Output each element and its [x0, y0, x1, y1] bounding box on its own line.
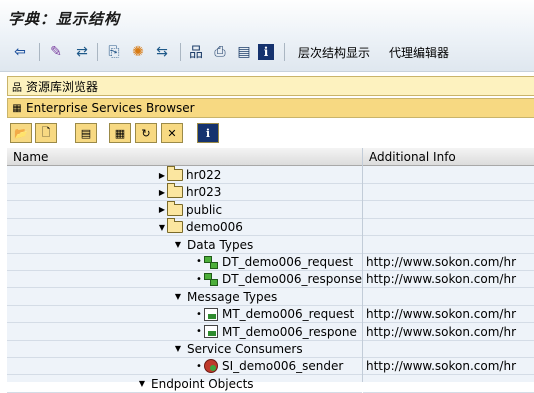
expand-arrow-icon[interactable]: ▶ [157, 188, 167, 197]
navigate-icon[interactable]: ⇆ [152, 42, 172, 62]
window-title: 字典：显示结构 [8, 10, 121, 28]
repository-browser-label: 资源库浏览器 [26, 79, 99, 94]
close-icon: ✕ [167, 126, 177, 140]
info-icon: i [205, 126, 211, 140]
tree-row[interactable]: ▼ Endpoint Objects [7, 375, 534, 393]
tree-item-label: Data Types [187, 237, 254, 252]
print-icon[interactable]: ⎙ [210, 42, 230, 62]
collapse-arrow-icon[interactable]: ▼ [157, 223, 167, 232]
tree-row[interactable]: ▼ demo006 [7, 218, 534, 237]
open-folder-icon: 📂 [14, 126, 28, 140]
expand-button[interactable]: ▦ [109, 123, 131, 143]
column-name-header[interactable]: Name [13, 150, 48, 164]
proxy-editor-button[interactable]: 代理编辑器 [389, 44, 449, 61]
data-type-icon [204, 255, 218, 269]
tree-item-label: Service Consumers [187, 341, 303, 356]
hierarchy-icon[interactable]: 品 [186, 42, 206, 62]
object-tree: Name Additional Info ▶ hr022 ▶ hr023 ▶ publ… [7, 148, 534, 393]
tree-item-label: Endpoint Objects [151, 376, 254, 391]
new-document-icon: 🗋 [41, 125, 51, 139]
browser-toolbar: 📂 🗋 ▤ ▦ ↻ ✕ i [7, 121, 534, 145]
data-type-icon [204, 273, 218, 287]
hierarchy-display-button[interactable]: 层次结构显示 [298, 44, 370, 61]
toolbar-separator [284, 43, 285, 61]
tree-item-info: http://www.sokon.com/hr [366, 324, 517, 339]
open-folder-button[interactable]: 📂 [10, 123, 32, 143]
bullet-icon: • [196, 360, 202, 372]
list-icon[interactable]: ▤ [234, 42, 254, 62]
folder-icon [167, 200, 183, 216]
tree-row[interactable]: ▶ hr022 [7, 166, 534, 184]
folder-icon [167, 166, 183, 181]
tree-item-info: http://www.sokon.com/hr [366, 307, 517, 322]
expand-arrow-icon[interactable]: ▶ [157, 171, 167, 180]
tree-item-label: MT_demo006_respone [222, 324, 357, 339]
tree-item-info: http://www.sokon.com/hr [366, 254, 517, 269]
column-info-header[interactable]: Additional Info [369, 150, 456, 164]
collapse-arrow-icon[interactable]: ▼ [173, 240, 183, 249]
folder-icon [167, 183, 183, 199]
where-used-icon[interactable]: ⎘ [104, 42, 124, 62]
bullet-icon: • [196, 273, 202, 285]
toolbar-separator [39, 43, 40, 61]
grid-icon: ▦ [12, 102, 22, 114]
tree-item-label: hr023 [186, 185, 222, 200]
tree-item-info: http://www.sokon.com/hr [366, 272, 517, 287]
tree-item-label: SI_demo006_sender [222, 359, 344, 374]
tree-row[interactable]: • SI_demo006_sender http://www.sokon.com/… [7, 357, 534, 376]
tree-row[interactable]: ▶ public [7, 200, 534, 219]
bullet-icon: • [196, 326, 202, 338]
new-button[interactable]: 🗋 [35, 123, 57, 143]
refresh-button[interactable]: ↻ [135, 123, 157, 143]
info-button[interactable]: i [197, 123, 219, 143]
enterprise-services-browser-header[interactable]: ▦ Enterprise Services Browser [7, 98, 534, 118]
tree-row[interactable]: ▼ Data Types [7, 236, 534, 254]
tree-row[interactable]: ▼ Service Consumers [7, 340, 534, 358]
bullet-icon: • [196, 308, 202, 320]
message-type-icon [204, 325, 218, 339]
collapse-arrow-icon[interactable]: ▼ [173, 344, 183, 353]
tree-row[interactable]: ▼ Message Types [7, 288, 534, 306]
tree-row[interactable]: • DT_demo006_response http://www.sokon.co… [7, 270, 534, 289]
tree-row[interactable]: ▶ hr023 [7, 183, 534, 202]
tree-row[interactable]: • DT_demo006_request http://www.sokon.com… [7, 253, 534, 271]
toolbar-separator [180, 43, 181, 61]
bullet-icon: • [196, 256, 202, 268]
tree-item-label: DT_demo006_response [222, 272, 363, 287]
collapse-arrow-icon[interactable]: ▼ [173, 292, 183, 301]
toolbar: ⇦ ✎ ⇄ ⎘ ✺ ⇆ 品 ⎙ ▤ i 层次结构显示 代理编辑器 [0, 34, 534, 72]
refresh-icon: ↻ [141, 126, 151, 140]
info-icon[interactable]: i [258, 44, 274, 60]
open-folder-icon [167, 218, 183, 234]
edit-icon[interactable]: ✎ [46, 42, 66, 62]
repository-browser-header[interactable]: 品 资源库浏览器 [7, 76, 534, 96]
expand-arrow-icon[interactable]: ▶ [157, 205, 167, 214]
tree-item-info: http://www.sokon.com/hr [366, 359, 517, 374]
title-bar: 字典：显示结构 [0, 0, 534, 34]
tree-item-label: MT_demo006_request [222, 307, 355, 322]
toolbar-separator [97, 43, 98, 61]
tree-item-label: hr022 [186, 168, 222, 182]
expand-icon: ▦ [114, 126, 126, 140]
collapse-arrow-icon[interactable]: ▼ [137, 379, 147, 388]
activate-icon[interactable]: ✺ [128, 42, 148, 62]
tree-item-label: demo006 [186, 220, 243, 235]
details-button[interactable]: ▤ [75, 123, 97, 143]
close-button[interactable]: ✕ [161, 123, 183, 143]
toggle-icon[interactable]: ⇄ [72, 42, 92, 62]
column-header-row: Name Additional Info [7, 148, 534, 166]
enterprise-services-browser-label: Enterprise Services Browser [26, 101, 195, 115]
tree-row[interactable]: • MT_demo006_request http://www.sokon.com… [7, 305, 534, 324]
tree-item-label: DT_demo006_request [222, 254, 354, 269]
hierarchy-icon: 品 [12, 82, 22, 94]
tree-item-label: Message Types [187, 289, 278, 304]
tree-row[interactable]: • MT_demo006_respone http://www.sokon.com… [7, 323, 534, 341]
message-type-icon [204, 307, 218, 321]
tree-rows: ▶ hr022 ▶ hr023 ▶ public ▼ demo006 ▼ Data Typ… [7, 166, 534, 393]
tree-item-label: public [186, 202, 223, 217]
back-icon[interactable]: ⇦ [10, 42, 30, 62]
service-interface-icon [204, 359, 218, 374]
details-icon: ▤ [80, 126, 92, 140]
